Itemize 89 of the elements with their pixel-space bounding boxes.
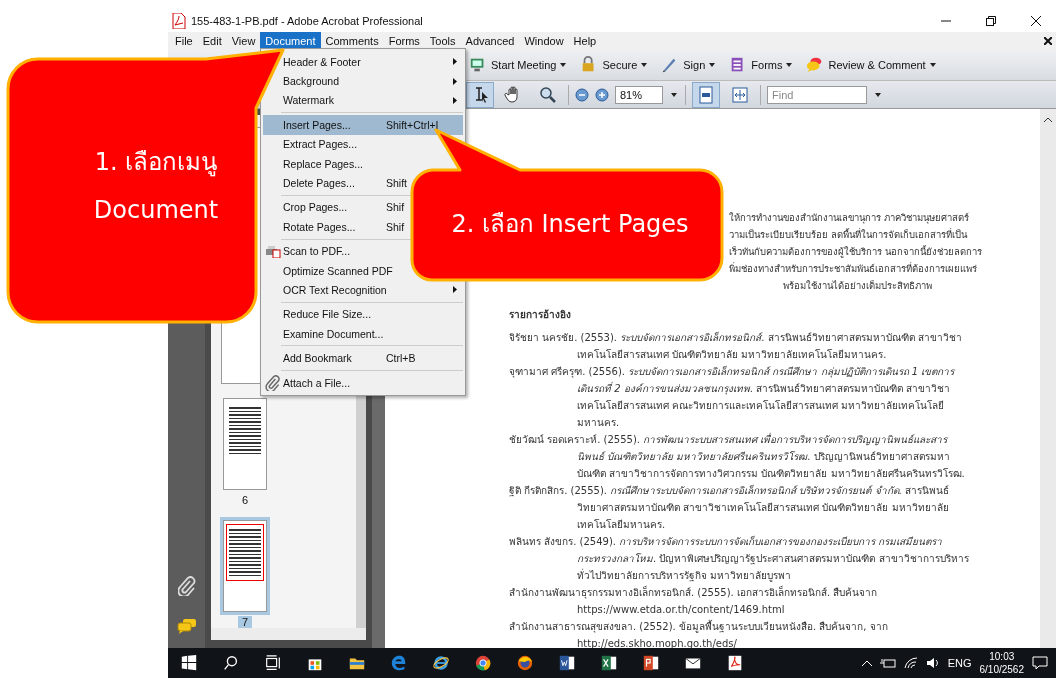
reference-entry: พลินทร สังขกร. (2549). การบริหารจัดการระบบการจัดเก็บเอกสารของกองระเบียบการ กรมเสมียนตรา กระทรวงกลาโหม. ปัญหาพิเศษปริญญารัฐประศาสนศาสตรมหาบัณฑิต สาขาวิชาการบริหารทั่วไปวิทยาลัยการบริหารรัฐกิจ มหาวิทยาลัยบูรพา [509,534,969,584]
menu-bar-item[interactable]: File [170,32,198,50]
zoom-in-icon[interactable] [595,87,609,102]
toolbar-button[interactable]: Start Meeting [466,54,570,76]
pdf-icon [726,654,744,672]
menu-bar-item[interactable]: Window [519,32,569,50]
paragraph-line: ให้การทำงานของสำนักงานเลขานุการ ภาควิชามนุษยศาสตร์ [729,211,970,226]
close-icon [1031,16,1041,26]
magnifier-icon [538,84,558,105]
fit-page-icon [696,84,716,105]
menu-bar-item[interactable]: Help [568,32,602,50]
powerpoint-icon [642,654,660,672]
battery-plug-icon[interactable] [879,657,896,669]
chrome-icon [474,654,492,672]
paragraph-line: เร็วทันกับความต้องการของผู้ใช้บริการ นอกจากนี้ยังช่วยลดการ [729,244,983,260]
toolbar-button[interactable]: Secure [577,54,651,76]
pdf-file-icon [172,13,186,29]
window-title: 155-483-1-PB.pdf - Adobe Acrobat Professional [191,15,424,27]
reference-entry: ชัยวัฒน์ รอดเคราะห์. (2555). การพัฒนาระบบสารสนเทศ เพื่อการบริหารจัดการปริญญานิพนธ์และสารนิพนธ์ บัณฑิตวิทยาลัย มหาวิทยาลัยศรีนครินทรวิโรฒ. ปริญญานิพนธ์วิทยาศาสตรมหาบัณฑิต สาขาวิชาการจัดการทางวิศวกรรม บัณฑิตวิทยาลัย มหาวิทยาลัยศรีนครินทรวิโรฒ. [509,432,966,481]
tool-button[interactable] [466,81,494,108]
page-thumbnail[interactable] [223,520,267,612]
paperclip-icon [265,374,281,391]
toolbar-button[interactable]: Sign [658,54,719,76]
notification-icon[interactable] [1032,656,1048,670]
paragraph-line: พิ่มช่องทางสำหรับการประชาสัมพันธ์เอกสารที่ต้องการเผยแพร่ [729,261,977,276]
reference-url: http://eds.skho.moph.go.th/eds/ [576,637,738,651]
menu-item[interactable]: Attach a File... [263,372,463,393]
word-icon [558,654,576,672]
caret-icon [709,63,716,67]
caret-icon [929,63,936,67]
scrollbar[interactable] [1040,109,1056,648]
menu-item[interactable]: OCR Text Recognition [263,280,463,300]
excel-icon [600,654,618,672]
reference-entry: จิรัชยา นครชัย. (2553). ระบบจัดการเอกสารอิเล็กทรอนิกส์. สารนิพนธ์วิทยาศาสตรมหาบัณฑิต สาขาวิชาเทคโนโลยีสารสนเทศ บัณฑิตวิทยาลัย มหาวิทยาลัยเทคโนโลยีมหานคร. [509,330,963,362]
menu-item[interactable]: Insert Pages... Shift+Ctrl+I [263,115,463,135]
toolbar-button[interactable]: Forms [726,54,796,76]
caret-icon [560,63,567,67]
callout-text: 2. เลือก Insert Pages [450,209,690,240]
chevron-up-icon[interactable] [861,660,872,666]
language-indicator[interactable]: ENG [947,657,972,669]
search-icon [222,654,240,672]
page-thumbnail[interactable] [223,398,267,490]
restore-icon [986,16,996,26]
zoom-out-icon[interactable] [575,87,589,102]
reference-entry: จุฑามาศ ศรีครุฑ. (2556). ระบบจัดการเอกสารอิเล็กทรอนิกส์ กรณีศึกษา กลุ่มปฏิบัติการเดินรถ 1 เขตการเดินรถที่ 2 องค์การขนส่งมวลชนกรุงเทพ. สารนิพนธ์วิทยาศาสตรมหาบัณฑิต สาขาวิชาเทคโนโลยีสารสนเทศ คณะวิทยการและเทคโนโลยีสารสนเทศ มหาวิทยาลัยเทคโนโลยีมหานคร. [509,364,956,430]
view-area-frame[interactable] [226,524,264,581]
volume-icon[interactable] [925,657,940,669]
menu-bar-item[interactable]: Edit [197,32,227,50]
wifi-icon[interactable] [903,657,918,669]
clock-date[interactable]: 6/10/2562 [979,663,1024,676]
reference-url: https://www.etda.or.th/content/1469.html [576,603,786,617]
windows-icon [180,654,198,672]
page-number: 7 [237,616,253,628]
menu-bar-item[interactable]: Tools [424,32,461,50]
paragraph-line: วามเป็นระเบียบเรียบร้อย ลดพื้นที่ในการจัดเก็บเอกสารที่เป็น [729,227,968,242]
menu-bar-item[interactable]: View [226,32,261,50]
toolbar-button[interactable]: Review & Comment [803,54,939,76]
caret-icon [875,92,881,97]
comments-icon[interactable] [176,618,197,634]
find-field[interactable]: Find [767,85,867,104]
paragraph-line: พร้อมใช้งานได้อย่างเต็มประสิทธิภาพ [783,279,932,293]
caret-icon [671,92,677,97]
task-view-icon [264,654,282,672]
firefox-icon [516,654,534,672]
section-heading: รายการอ้างอิง [509,308,572,322]
reference-text: สำนักงานพัฒนาธุรกรรมทางอิเล็กทรอนิกส์. (2555). เอกสารอิเล็กทรอนิกส์. สืบค้นจาก [509,584,879,601]
menu-item[interactable]: Add Bookmark Ctrl+B [263,348,463,368]
scroll-up-icon[interactable] [1044,117,1052,122]
menu-bar-item[interactable]: Advanced [460,32,520,50]
fit-width-icon [730,84,750,105]
caret-icon [641,63,648,67]
menu-item[interactable]: Reduce File Size... [263,304,463,325]
menu-bar-item[interactable]: Comments [320,32,384,50]
internet-explorer-icon [432,654,450,672]
view-button[interactable] [692,81,720,108]
zoom-field[interactable]: 81% [615,85,663,104]
clock-time[interactable]: 10:03 [989,650,1015,663]
edge-icon [390,654,408,672]
scanner-icon [265,244,281,259]
caret-icon [786,63,793,67]
reference-entry: ฐิติ กีรติกสิกร. (2555). กรณีศึกษาระบบจัดการเอกสารอิเล็กทรอนิกส์ บริษัทวรจักรยนต์ จำกัด. สารนิพนธ์วิทยาศาสตรมหาบัณฑิต สาขาวิชาเทคโนโลยีสารสนเทศ บัณฑิตวิทยาลัย มหาวิทยาลัยเทคโนโลยีมหานคร. [509,483,950,532]
menu-item[interactable]: Examine Document... [263,324,463,344]
close-icon[interactable] [1044,37,1052,45]
paperclip-icon[interactable] [177,576,196,596]
reference-text: สำนักงานสาธารณสุขสงขลา. (2552). ข้อมูลพื้นฐานระบบเวียนหนังสือ. สืบค้นจาก, จาก [509,618,889,635]
page-number: 6 [240,494,250,506]
menu-item[interactable]: Watermark [263,90,463,111]
scrollbar[interactable] [211,628,366,640]
menu-bar-item[interactable]: Forms [383,32,425,50]
